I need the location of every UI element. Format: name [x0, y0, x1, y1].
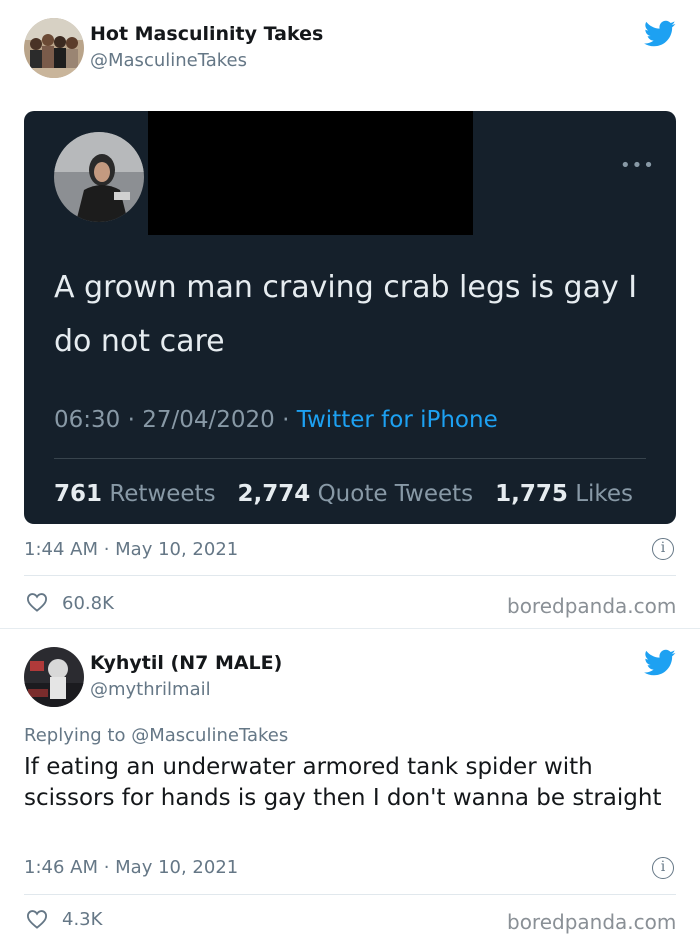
replying-prefix: Replying to — [24, 725, 126, 746]
user-handle[interactable]: @mythrilmail — [90, 679, 211, 700]
twitter-bird-icon[interactable] — [644, 649, 676, 677]
retweets-label: Retweets — [109, 481, 216, 507]
twitter-bird-icon[interactable] — [644, 20, 676, 48]
redacted-name-block — [148, 111, 473, 235]
like-count[interactable]: 4.3K — [62, 909, 102, 930]
divider — [24, 894, 676, 895]
watermark-credit: boredpanda.com — [507, 594, 677, 618]
embedded-avatar — [54, 132, 144, 222]
tweet-timestamp[interactable]: 1:44 AM · May 10, 2021 — [24, 539, 238, 560]
likes-label: Likes — [575, 481, 634, 507]
replying-to: Replying to @MasculineTakes — [24, 725, 288, 746]
tweet-text: If eating an underwater armored tank spi… — [24, 754, 662, 811]
avatar[interactable] — [24, 18, 84, 78]
retweet-count: 761 — [54, 481, 103, 507]
info-icon[interactable]: i — [652, 538, 674, 560]
embedded-tweet-text: A grown man craving crab legs is gay I d… — [54, 270, 638, 359]
info-icon[interactable]: i — [652, 857, 674, 879]
display-name[interactable]: Hot Masculinity Takes — [90, 23, 323, 45]
reply-mention-link[interactable]: @MasculineTakes — [131, 725, 288, 746]
more-icon: ••• — [620, 155, 655, 176]
watermark-credit: boredpanda.com — [507, 910, 677, 934]
quotes-label: Quote Tweets — [317, 481, 474, 507]
heart-icon[interactable] — [26, 909, 48, 929]
tweet-timestamp[interactable]: 1:46 AM · May 10, 2021 — [24, 857, 238, 878]
tweet-card: Hot Masculinity Takes @MasculineTakes ••… — [0, 0, 700, 628]
display-name[interactable]: Kyhytil (N7 MALE) — [90, 652, 282, 674]
tweet-card: Kyhytil (N7 MALE) @mythrilmail Replying … — [0, 628, 700, 947]
quote-count: 2,774 — [237, 481, 311, 507]
embedded-time: 06:30 — [54, 407, 121, 433]
embedded-tweet-screenshot: ••• A grown man craving crab legs is gay… — [24, 111, 676, 524]
divider — [24, 575, 676, 576]
avatar[interactable] — [24, 647, 84, 707]
embedded-tweet-meta: 06:30 · 27/04/2020 · Twitter for iPhone — [54, 407, 498, 433]
divider — [54, 458, 646, 459]
embedded-source: Twitter for iPhone — [296, 407, 498, 433]
embedded-like-count: 1,775 — [495, 481, 568, 507]
embedded-tweet-stats: 761 Retweets 2,774 Quote Tweets 1,775 Li… — [54, 481, 633, 507]
heart-icon[interactable] — [26, 592, 48, 612]
like-count[interactable]: 60.8K — [62, 593, 114, 614]
embedded-date: 27/04/2020 — [142, 407, 275, 433]
user-handle[interactable]: @MasculineTakes — [90, 50, 247, 71]
